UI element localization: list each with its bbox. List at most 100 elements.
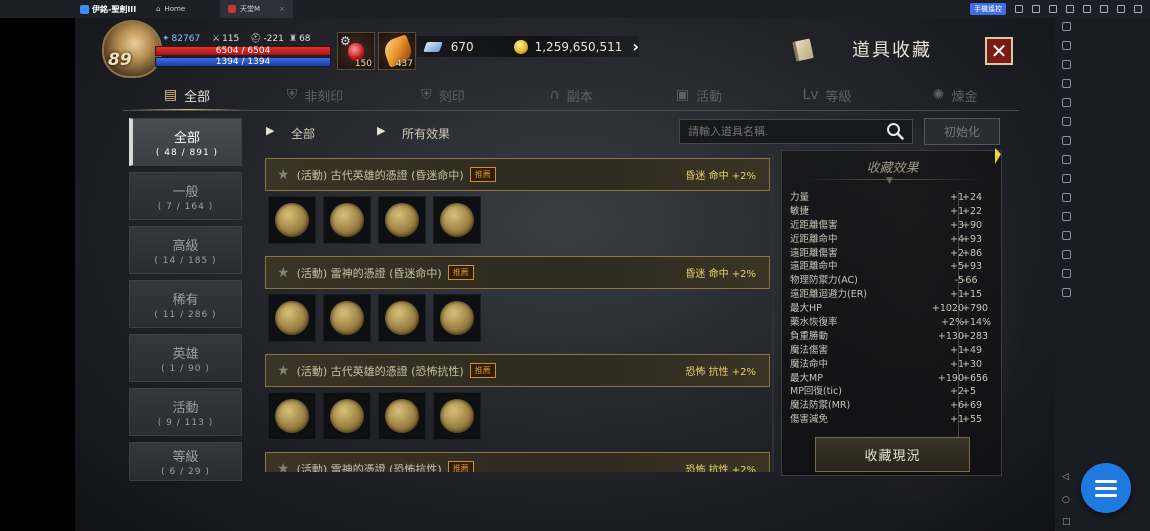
effect-add: +4 bbox=[949, 233, 964, 245]
item-slot[interactable] bbox=[323, 196, 371, 244]
effect-row: 遠距離命中 +5 +93 bbox=[790, 260, 996, 274]
expand-icon[interactable] bbox=[1066, 5, 1074, 13]
effect-total: +283 bbox=[962, 330, 989, 342]
list-scrollbar[interactable] bbox=[772, 154, 774, 472]
recents-icon[interactable]: □ bbox=[1062, 517, 1072, 527]
reset-button[interactable]: 初始化 bbox=[924, 118, 1000, 145]
item-slot[interactable] bbox=[268, 294, 316, 342]
item-slot[interactable] bbox=[323, 392, 371, 440]
item-slot[interactable] bbox=[433, 392, 481, 440]
record-icon[interactable] bbox=[1062, 155, 1071, 164]
shake-icon[interactable] bbox=[1062, 231, 1071, 240]
book-icon bbox=[792, 38, 814, 62]
item-slot[interactable] bbox=[268, 196, 316, 244]
star-icon[interactable]: ★ bbox=[277, 461, 290, 473]
coin-icon bbox=[330, 203, 364, 237]
item-slot[interactable] bbox=[378, 392, 426, 440]
close-button[interactable]: ✕ bbox=[985, 37, 1013, 65]
collection-status-button[interactable]: 收藏現況 bbox=[815, 437, 970, 472]
effect-filter[interactable]: 所有效果 bbox=[402, 125, 450, 142]
collection-item-header[interactable]: ★ (活動) 古代英雄的憑證 (昏迷命中) 推薦 昏迷 命中 +2% bbox=[265, 158, 770, 191]
close-tab-icon[interactable]: × bbox=[279, 5, 285, 13]
effect-name: 最大MP bbox=[790, 372, 823, 384]
sync-icon[interactable] bbox=[1062, 212, 1071, 221]
folder-icon[interactable] bbox=[1062, 250, 1071, 259]
item-slot[interactable] bbox=[433, 196, 481, 244]
grade-item-level[interactable]: 等級 ( 6 / 29 ) bbox=[129, 442, 242, 481]
tab-dungeon[interactable]: ∩ 副本 bbox=[507, 80, 635, 110]
chevron-right-icon[interactable]: › bbox=[632, 37, 639, 56]
settings-icon[interactable] bbox=[1062, 22, 1071, 31]
macro-icon[interactable] bbox=[1062, 193, 1071, 202]
grade-item-rare[interactable]: 稀有 ( 11 / 286 ) bbox=[129, 280, 242, 328]
star-icon[interactable]: ★ bbox=[277, 265, 290, 281]
effects-list[interactable]: 力量 +1 +24 敏捷 +1 +22 近距離傷害 +3 +90 近距離命中 +4 +93 遠距… bbox=[790, 191, 996, 453]
play-icon[interactable]: ▶ bbox=[377, 124, 385, 137]
back-icon[interactable]: ◁ bbox=[1062, 472, 1072, 482]
rotate-icon[interactable] bbox=[1062, 117, 1071, 126]
item-slot[interactable] bbox=[268, 392, 316, 440]
collection-item-header[interactable]: ★ (活動) 古代英雄的憑證 (恐怖抗性) 推薦 恐怖 抗性 +2% bbox=[265, 354, 770, 387]
effect-row: 近距離命中 +4 +93 bbox=[790, 233, 996, 247]
coin-icon bbox=[385, 301, 419, 335]
menu-icon[interactable] bbox=[1049, 5, 1057, 13]
chevron-down-icon: ▼ bbox=[886, 176, 893, 186]
tab-non-engraved[interactable]: ⛨ 非刻印 bbox=[251, 80, 379, 110]
volume-down-icon[interactable] bbox=[1062, 79, 1071, 88]
tab-alchemy[interactable]: ✺ 煉金 bbox=[891, 80, 1019, 110]
grade-item-all[interactable]: 全部 ( 48 / 891 ) bbox=[129, 118, 242, 166]
tab-engraved[interactable]: ⛨ 刻印 bbox=[379, 80, 507, 110]
star-icon[interactable]: ★ bbox=[277, 167, 290, 183]
tab-event[interactable]: ▣ 活動 bbox=[635, 80, 763, 110]
attack-value: 115 bbox=[222, 34, 240, 44]
grade-item-common[interactable]: 一般 ( 7 / 164 ) bbox=[129, 172, 242, 220]
tab-home[interactable]: ⌂ Home bbox=[148, 0, 220, 18]
grade-item-advanced[interactable]: 高級 ( 14 / 185 ) bbox=[129, 226, 242, 274]
home-nav-icon[interactable]: ○ bbox=[1062, 495, 1072, 505]
coin-icon bbox=[440, 399, 474, 433]
stream-button[interactable]: 手機遙控 bbox=[970, 3, 1006, 15]
item-slot[interactable] bbox=[323, 294, 371, 342]
collection-item-header[interactable]: ★ (活動) 雷神的憑證 (昏迷命中) 推薦 昏迷 命中 +2% bbox=[265, 256, 770, 289]
grade-count: ( 6 / 29 ) bbox=[161, 467, 210, 477]
search-input[interactable] bbox=[679, 119, 913, 144]
gamepad-icon[interactable] bbox=[1015, 5, 1023, 13]
coin-icon bbox=[330, 301, 364, 335]
item-slot[interactable] bbox=[378, 294, 426, 342]
potion-slot[interactable]: ⚙ 150 bbox=[337, 32, 375, 70]
tab-game[interactable]: 天堂M × bbox=[220, 0, 293, 18]
restore-icon[interactable] bbox=[1100, 5, 1108, 13]
search-icon[interactable] bbox=[886, 122, 904, 140]
effect-add: +2 bbox=[949, 247, 964, 259]
grade-item-event[interactable]: 活動 ( 9 / 113 ) bbox=[129, 388, 242, 436]
trophy-stat: ♜ 68 bbox=[289, 34, 311, 44]
close-window-icon[interactable] bbox=[1117, 5, 1125, 13]
location-icon[interactable] bbox=[1062, 269, 1071, 278]
item-slot[interactable] bbox=[433, 294, 481, 342]
star-icon[interactable]: ★ bbox=[277, 363, 290, 379]
category-filter[interactable]: 全部 bbox=[291, 125, 315, 142]
collection-item-header[interactable]: ★ (活動) 雷神的憑證 (恐怖抗性) 推薦 恐怖 抗性 +2% bbox=[265, 452, 770, 472]
volume-up-icon[interactable] bbox=[1062, 60, 1071, 69]
screenshot-icon[interactable] bbox=[1062, 136, 1071, 145]
item-name: (活動) 古代英雄的憑證 (恐怖抗性) bbox=[296, 364, 464, 378]
play-icon[interactable]: ▶ bbox=[266, 124, 274, 137]
fullscreen-icon[interactable] bbox=[1062, 98, 1071, 107]
item-slot[interactable] bbox=[378, 196, 426, 244]
helmet-icon: ∩ bbox=[549, 87, 560, 103]
keyboard-icon[interactable] bbox=[1062, 41, 1071, 50]
tab-level[interactable]: Lv 等級 bbox=[763, 80, 891, 110]
effect-name: 力量 bbox=[790, 192, 810, 203]
emulator-title-bar: 伊銘-聖劍III ⌂ Home 天堂M × 手機遙控 bbox=[0, 0, 1150, 18]
tab-all[interactable]: ▤ 全部 bbox=[123, 80, 251, 111]
floating-menu-button[interactable] bbox=[1081, 463, 1131, 513]
minimize-icon[interactable] bbox=[1083, 5, 1091, 13]
emulator-sidebar: ◁ ○ □ bbox=[1055, 18, 1150, 531]
grade-item-hero[interactable]: 英雄 ( 1 / 90 ) bbox=[129, 334, 242, 382]
cut-icon[interactable] bbox=[1062, 174, 1071, 183]
multi-instance-icon[interactable] bbox=[1062, 288, 1071, 297]
user-icon[interactable] bbox=[1032, 5, 1040, 13]
collapse-sidebar-icon[interactable] bbox=[1134, 5, 1142, 13]
feather-slot[interactable]: 437 bbox=[378, 32, 416, 70]
effect-add: +3 bbox=[949, 219, 964, 231]
